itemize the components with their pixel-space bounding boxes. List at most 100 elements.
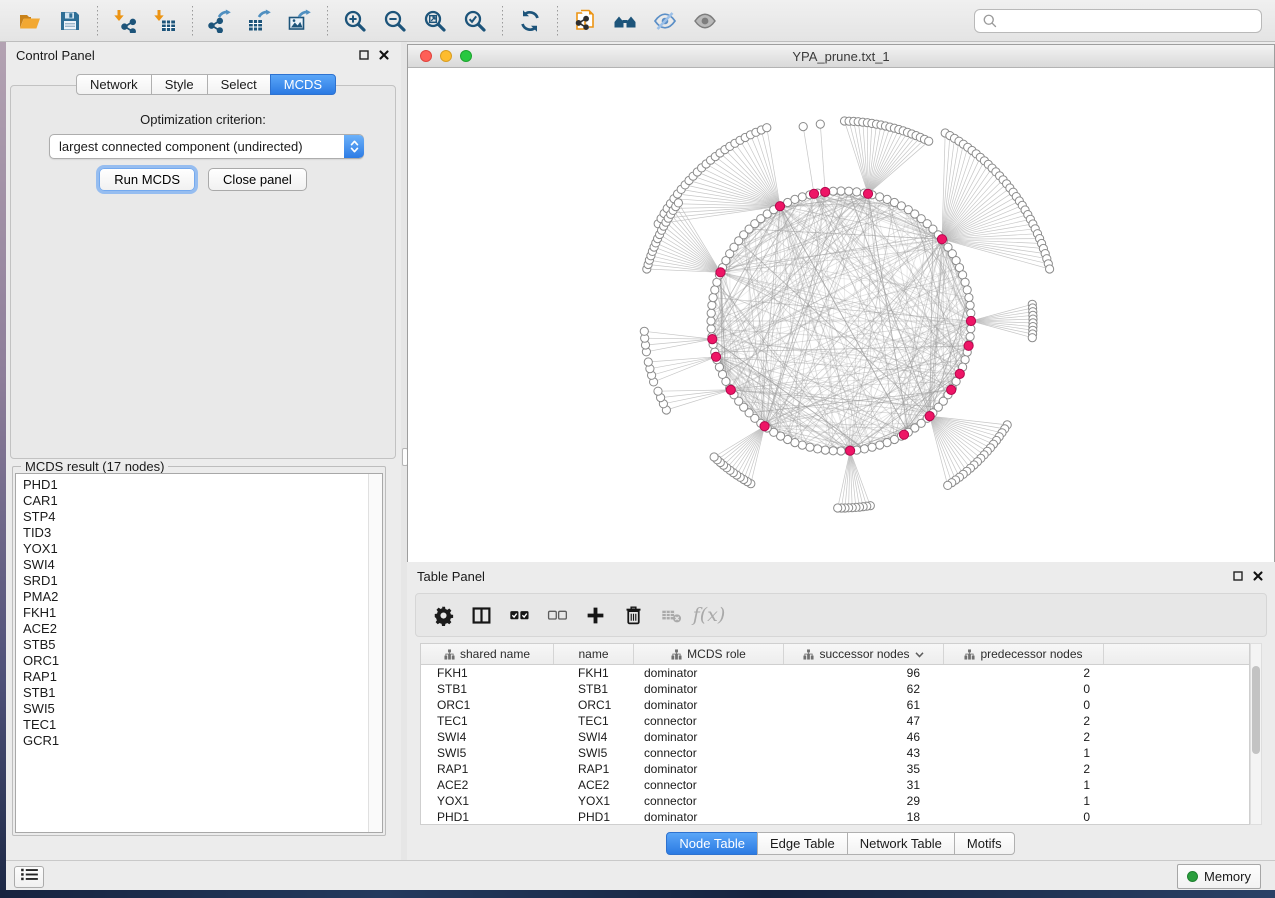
show-columns-icon[interactable]: [468, 602, 494, 628]
table-cell[interactable]: connector: [634, 745, 784, 761]
mcds-result-item[interactable]: ORC1: [23, 653, 382, 669]
task-history-button[interactable]: [14, 866, 44, 888]
table-cell[interactable]: ACE2: [421, 777, 554, 793]
mcds-result-item[interactable]: PHD1: [23, 477, 382, 493]
gear-icon[interactable]: [430, 602, 456, 628]
table-cell[interactable]: 31: [784, 777, 944, 793]
import-network-icon[interactable]: [110, 6, 140, 36]
table-cell[interactable]: FKH1: [421, 665, 554, 681]
table-row[interactable]: ORC1ORC1dominator610: [421, 697, 1249, 713]
share-document-icon[interactable]: [570, 6, 600, 36]
mcds-result-item[interactable]: YOX1: [23, 541, 382, 557]
table-row[interactable]: SWI4SWI4dominator462: [421, 729, 1249, 745]
mcds-result-item[interactable]: GCR1: [23, 733, 382, 749]
table-cell[interactable]: 2: [944, 761, 1104, 777]
save-session-icon[interactable]: [55, 6, 85, 36]
mcds-result-item[interactable]: FKH1: [23, 605, 382, 621]
close-panel-icon[interactable]: [1251, 569, 1265, 583]
table-cell[interactable]: dominator: [634, 681, 784, 697]
table-cell[interactable]: 18: [784, 809, 944, 825]
table-cell[interactable]: PHD1: [554, 809, 634, 825]
tab-edge-table[interactable]: Edge Table: [757, 832, 848, 855]
table-cell[interactable]: dominator: [634, 697, 784, 713]
table-cell[interactable]: YOX1: [554, 793, 634, 809]
float-window-icon[interactable]: [357, 48, 371, 62]
close-panel-icon[interactable]: [377, 48, 391, 62]
table-cell[interactable]: 1: [944, 777, 1104, 793]
hide-eye-icon[interactable]: [650, 6, 680, 36]
table-cell[interactable]: dominator: [634, 809, 784, 825]
table-row[interactable]: STB1STB1dominator620: [421, 681, 1249, 697]
table-cell[interactable]: dominator: [634, 761, 784, 777]
binoculars-icon[interactable]: [610, 6, 640, 36]
column-header-predecessor-nodes[interactable]: predecessor nodes: [944, 644, 1104, 664]
table-cell[interactable]: RAP1: [421, 761, 554, 777]
table-cell[interactable]: 1: [944, 745, 1104, 761]
table-cell[interactable]: 96: [784, 665, 944, 681]
tab-network-table[interactable]: Network Table: [847, 832, 955, 855]
network-window-titlebar[interactable]: YPA_prune.txt_1: [408, 45, 1274, 68]
table-cell[interactable]: SWI5: [421, 745, 554, 761]
table-cell[interactable]: 1: [944, 793, 1104, 809]
search-input[interactable]: [1002, 12, 1261, 29]
table-cell[interactable]: 2: [944, 713, 1104, 729]
table-row[interactable]: RAP1RAP1dominator352: [421, 761, 1249, 777]
zoom-out-icon[interactable]: [380, 6, 410, 36]
table-cell[interactable]: 0: [944, 697, 1104, 713]
delete-row-icon[interactable]: [620, 602, 646, 628]
mcds-result-item[interactable]: STB5: [23, 637, 382, 653]
mcds-result-list[interactable]: PHD1CAR1STP4TID3YOX1SWI4SRD1PMA2FKH1ACE2…: [15, 473, 383, 833]
column-header-successor-nodes[interactable]: successor nodes: [784, 644, 944, 664]
import-table-icon[interactable]: [150, 6, 180, 36]
table-scrollbar-thumb[interactable]: [1252, 666, 1260, 754]
table-scrollbar[interactable]: [1250, 643, 1262, 825]
mcds-result-item[interactable]: ACE2: [23, 621, 382, 637]
zoom-fit-icon[interactable]: [420, 6, 450, 36]
table-row[interactable]: TEC1TEC1connector472: [421, 713, 1249, 729]
table-cell[interactable]: dominator: [634, 729, 784, 745]
mcds-result-item[interactable]: PMA2: [23, 589, 382, 605]
node-table[interactable]: shared namenameMCDS rolesuccessor nodesp…: [420, 643, 1250, 825]
mcds-list-scrollbar[interactable]: [368, 474, 382, 832]
table-cell[interactable]: TEC1: [421, 713, 554, 729]
table-cell[interactable]: RAP1: [554, 761, 634, 777]
tab-node-table[interactable]: Node Table: [666, 832, 758, 855]
mcds-result-item[interactable]: STP4: [23, 509, 382, 525]
table-cell[interactable]: connector: [634, 713, 784, 729]
table-cell[interactable]: 2: [944, 729, 1104, 745]
open-file-icon[interactable]: [15, 6, 45, 36]
table-row[interactable]: PHD1PHD1dominator180: [421, 809, 1249, 825]
column-header-shared-name[interactable]: shared name: [421, 644, 554, 664]
table-cell[interactable]: YOX1: [421, 793, 554, 809]
table-row[interactable]: SWI5SWI5connector431: [421, 745, 1249, 761]
table-cell[interactable]: connector: [634, 777, 784, 793]
table-row[interactable]: YOX1YOX1connector291: [421, 793, 1249, 809]
memory-button[interactable]: Memory: [1177, 864, 1261, 889]
export-image-icon[interactable]: [285, 6, 315, 36]
table-cell[interactable]: 46: [784, 729, 944, 745]
export-network-icon[interactable]: [205, 6, 235, 36]
mcds-result-item[interactable]: RAP1: [23, 669, 382, 685]
column-header-MCDS-role[interactable]: MCDS role: [634, 644, 784, 664]
table-cell[interactable]: PHD1: [421, 809, 554, 825]
tab-network[interactable]: Network: [76, 74, 152, 95]
export-table-icon[interactable]: [245, 6, 275, 36]
column-header-name[interactable]: name: [554, 644, 634, 664]
zoom-in-icon[interactable]: [340, 6, 370, 36]
table-cell[interactable]: SWI5: [554, 745, 634, 761]
select-all-rows-icon[interactable]: [506, 602, 532, 628]
table-row[interactable]: ACE2ACE2connector311: [421, 777, 1249, 793]
table-cell[interactable]: TEC1: [554, 713, 634, 729]
mcds-result-item[interactable]: TEC1: [23, 717, 382, 733]
table-cell[interactable]: 47: [784, 713, 944, 729]
table-cell[interactable]: 61: [784, 697, 944, 713]
tab-select[interactable]: Select: [207, 74, 271, 95]
table-row[interactable]: FKH1FKH1dominator962: [421, 665, 1249, 681]
deselect-all-rows-icon[interactable]: [544, 602, 570, 628]
mcds-result-item[interactable]: TID3: [23, 525, 382, 541]
table-cell[interactable]: SWI4: [554, 729, 634, 745]
table-cell[interactable]: STB1: [554, 681, 634, 697]
float-window-icon[interactable]: [1231, 569, 1245, 583]
tab-style[interactable]: Style: [151, 74, 208, 95]
tab-motifs[interactable]: Motifs: [954, 832, 1015, 855]
